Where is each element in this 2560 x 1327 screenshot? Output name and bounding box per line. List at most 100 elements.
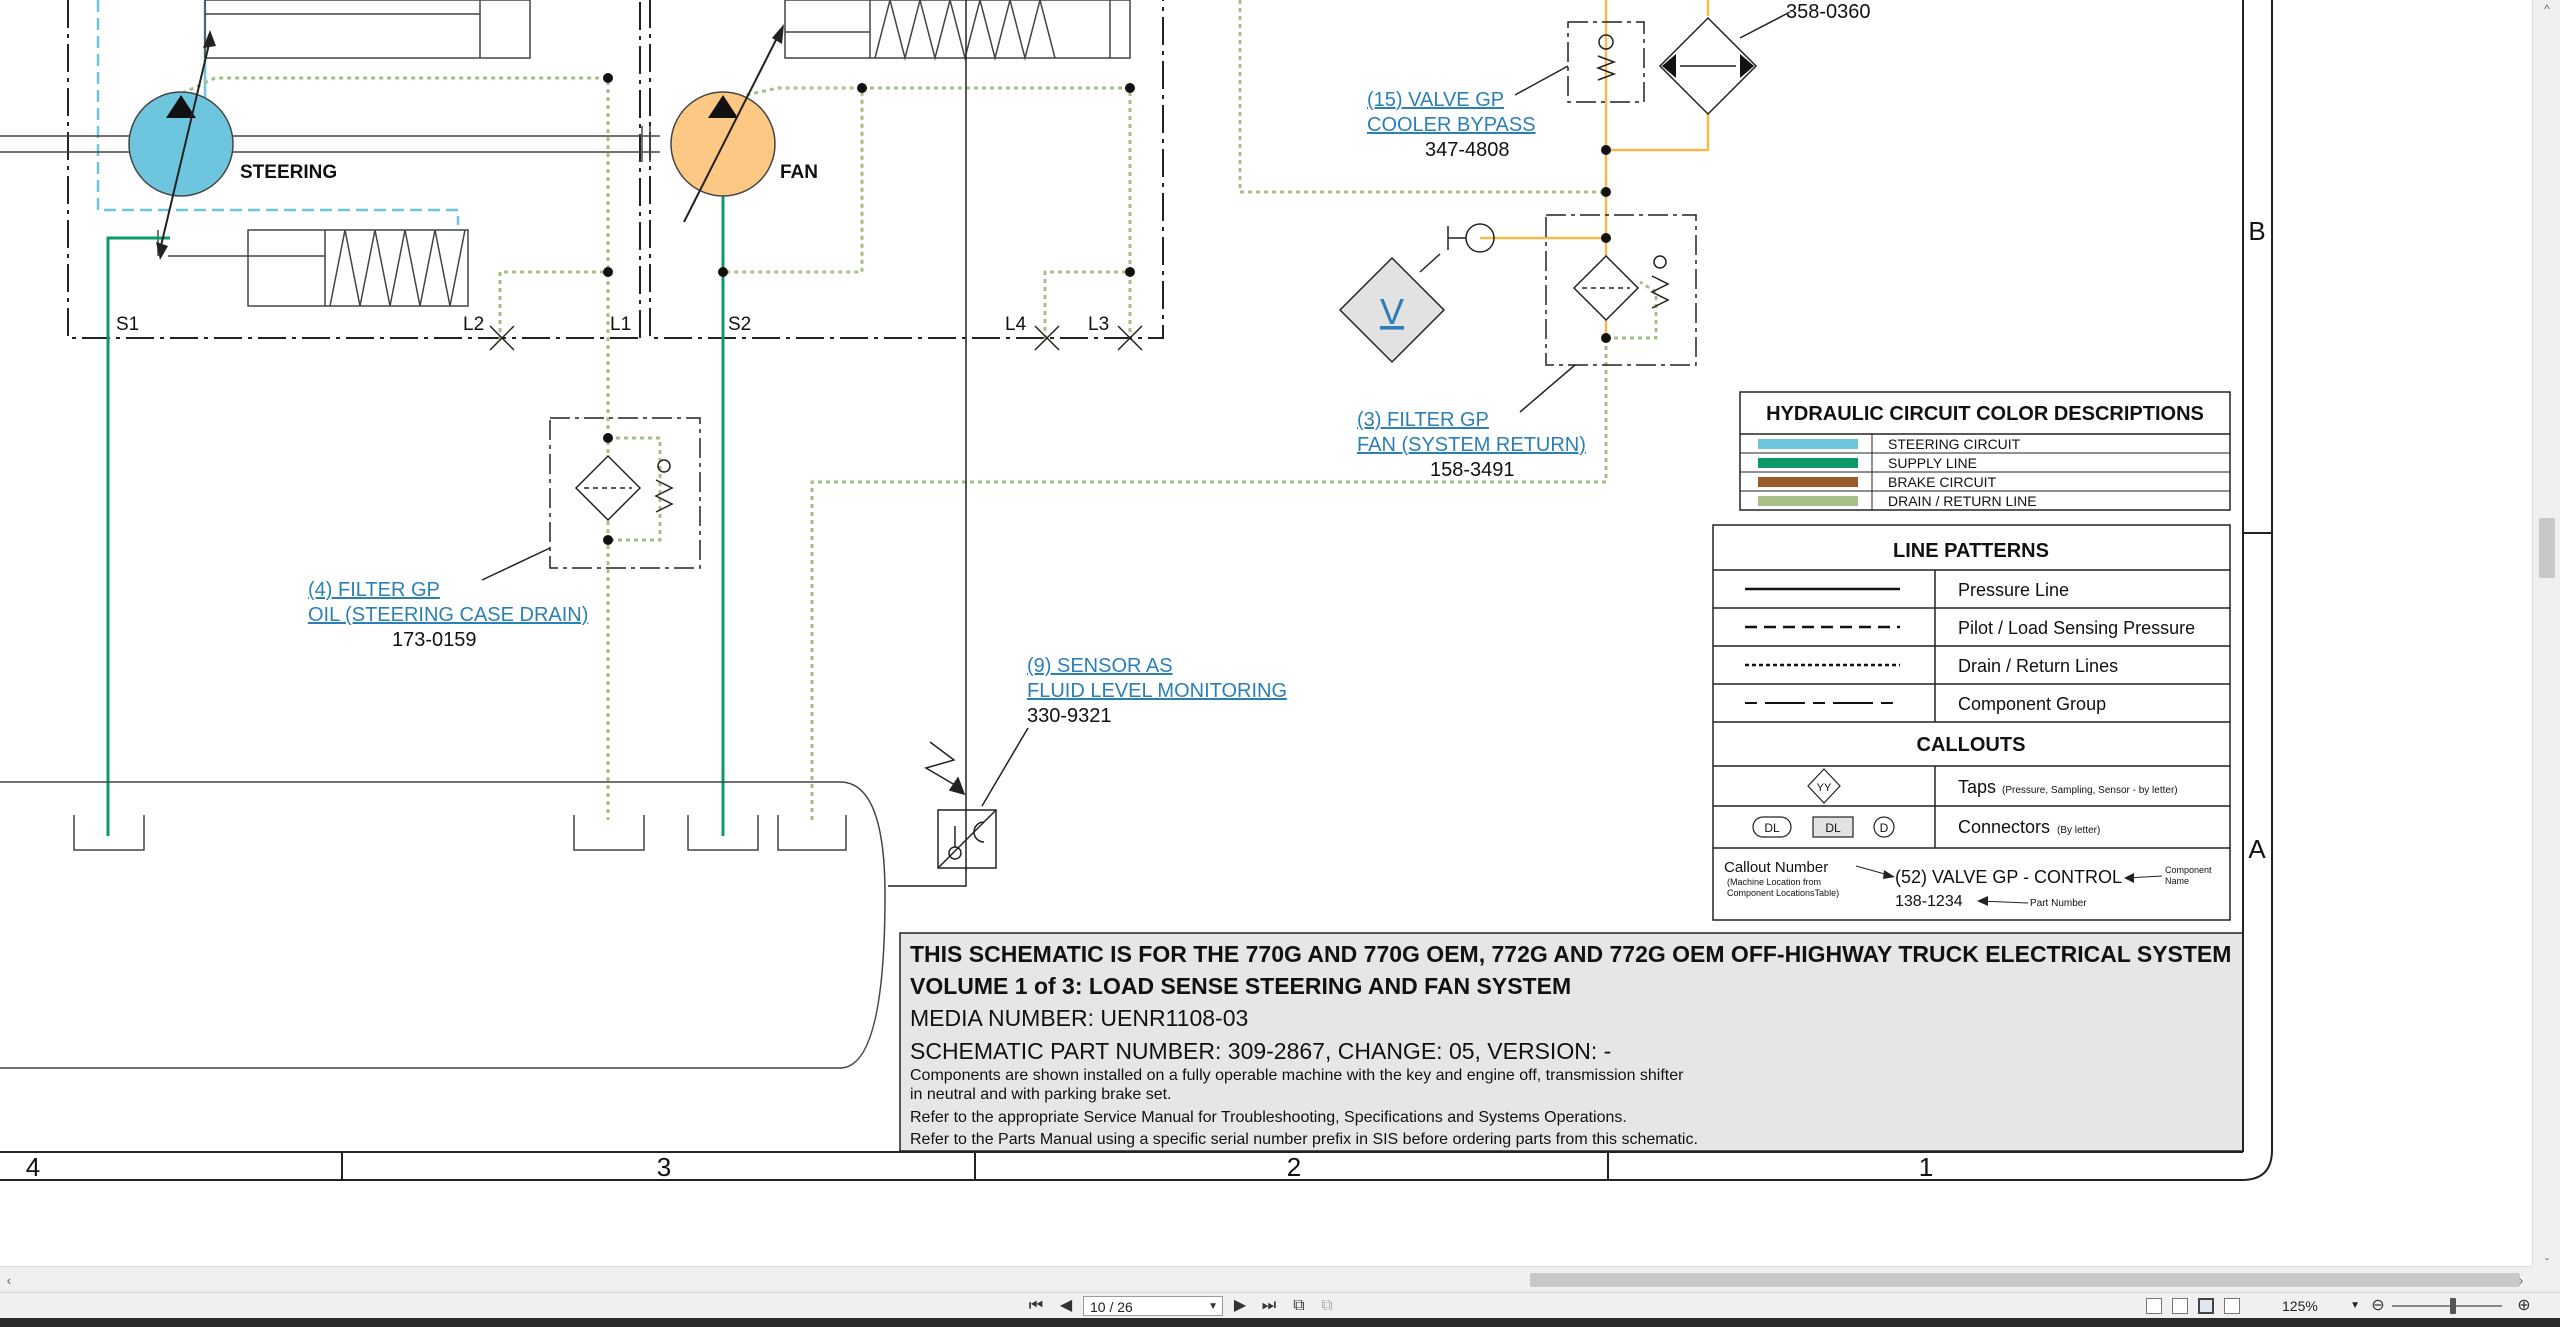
- svg-text:COOLER BYPASS: COOLER BYPASS: [1367, 114, 1536, 136]
- top-part-number: 358-0360: [1786, 1, 1871, 23]
- color-legend-title: HYDRAULIC CIRCUIT COLOR DESCRIPTIONS: [1766, 403, 2204, 425]
- taps-symbol: YY: [1817, 782, 1832, 794]
- horizontal-scroll-thumb[interactable]: [1530, 1273, 2520, 1287]
- taps-note: (Pressure, Sampling, Sensor - by letter): [2002, 785, 2178, 796]
- zoom-slider-knob[interactable]: [2450, 1298, 2456, 1314]
- page-dropdown-icon[interactable]: ▼: [1208, 1297, 1218, 1317]
- facing-view-icon[interactable]: [2198, 1298, 2214, 1314]
- pdf-viewer: STEERING FAN S1 L2 L1 S2 L4 L3 358-0360: [0, 0, 2560, 1327]
- svg-text:330-9321: 330-9321: [1027, 705, 1112, 727]
- port-l2: L2: [463, 314, 484, 335]
- zone-a: A: [2248, 834, 2266, 864]
- zone-b: B: [2248, 216, 2265, 246]
- steering-label: STEERING: [240, 162, 337, 183]
- page-number-field[interactable]: 10 / 26 ▼: [1083, 1296, 1223, 1316]
- page-number-value: 10 / 26: [1090, 1299, 1133, 1315]
- zoom-in-icon[interactable]: ⊕: [2514, 1295, 2534, 1317]
- svg-text:347-4808: 347-4808: [1425, 139, 1510, 161]
- svg-text:158-3491: 158-3491: [1430, 459, 1515, 481]
- continuous-facing-view-icon[interactable]: [2224, 1298, 2240, 1314]
- connector-dl-square: DL: [1825, 821, 1841, 835]
- svg-text:173-0159: 173-0159: [392, 629, 477, 651]
- legend-swatch: [1758, 458, 1858, 468]
- svg-text:VOLUME 1 of 3: LOAD SENSE STEE: VOLUME 1 of 3: LOAD SENSE STEERING AND F…: [910, 973, 1571, 999]
- next-page-icon[interactable]: ▶: [1230, 1295, 1250, 1317]
- connectors-label: Connectors: [1958, 817, 2050, 837]
- previous-page-icon[interactable]: ◀: [1056, 1295, 1076, 1317]
- svg-text:MEDIA NUMBER: UENR1108-03: MEDIA NUMBER: UENR1108-03: [910, 1005, 1248, 1031]
- zoom-out-icon[interactable]: ⊖: [2368, 1295, 2388, 1317]
- pattern-drain: Drain / Return Lines: [1958, 656, 2118, 676]
- port-s2: S2: [728, 314, 751, 335]
- zone-1: 1: [1919, 1152, 1933, 1182]
- first-page-icon[interactable]: ⏮: [1026, 1295, 1046, 1317]
- example-name: (52) VALVE GP - CONTROL: [1895, 867, 2122, 887]
- zone-4: 4: [26, 1152, 40, 1182]
- port-l4: L4: [1005, 314, 1027, 335]
- fan-label: FAN: [780, 162, 818, 183]
- status-strip: [0, 1318, 2560, 1327]
- line-patterns-legend: LINE PATTERNS Pressure Line Pilot / Load…: [1712, 524, 2231, 921]
- legend-swatch: [1758, 496, 1858, 506]
- scroll-left-icon[interactable]: ‹: [0, 1267, 18, 1293]
- zoom-dropdown-icon[interactable]: ▼: [2350, 1296, 2360, 1316]
- svg-text:in neutral and with parking br: in neutral and with parking brake set.: [910, 1086, 1171, 1103]
- next-view-icon[interactable]: ⧉: [1316, 1295, 1338, 1317]
- last-page-icon[interactable]: ⏭: [1258, 1295, 1280, 1317]
- tap-letter[interactable]: V: [1380, 291, 1404, 332]
- page-navigation-toolbar: ⏮ ◀ 10 / 26 ▼ ▶ ⏭ ⧉ ⧉ 125% ▼ ⊖ ⊕: [0, 1292, 2560, 1319]
- example-callout-note1: (Machine Location from: [1727, 877, 1821, 887]
- scrollbar-corner: [2532, 1266, 2560, 1292]
- zoom-value: 125%: [2282, 1298, 2318, 1314]
- example-part: 138-1234: [1895, 893, 1963, 910]
- vertical-scroll-thumb[interactable]: [2539, 518, 2555, 578]
- svg-text:SCHEMATIC PART NUMBER: 309-286: SCHEMATIC PART NUMBER: 309-2867, CHANGE:…: [910, 1038, 1611, 1064]
- svg-text:(9) SENSOR AS: (9) SENSOR AS: [1027, 655, 1173, 677]
- svg-text:THIS SCHEMATIC IS FOR THE 770G: THIS SCHEMATIC IS FOR THE 770G AND 770G …: [910, 941, 2231, 967]
- svg-text:OIL (STEERING CASE DRAIN): OIL (STEERING CASE DRAIN): [308, 604, 588, 626]
- title-block: THIS SCHEMATIC IS FOR THE 770G AND 770G …: [899, 932, 2244, 1152]
- callouts-title: CALLOUTS: [1917, 734, 2026, 756]
- zoom-select[interactable]: 125% ▼: [2282, 1296, 2362, 1316]
- svg-text:FLUID LEVEL MONITORING: FLUID LEVEL MONITORING: [1027, 680, 1287, 702]
- svg-text:(3) FILTER GP: (3) FILTER GP: [1357, 409, 1489, 431]
- zone-3: 3: [657, 1152, 671, 1182]
- svg-text:Refer to the Parts Manual usin: Refer to the Parts Manual using a specif…: [910, 1131, 1698, 1148]
- svg-text:FAN (SYSTEM RETURN): FAN (SYSTEM RETURN): [1357, 434, 1586, 456]
- svg-text:(15) VALVE GP: (15) VALVE GP: [1367, 89, 1504, 111]
- svg-text:(4) FILTER GP: (4) FILTER GP: [308, 579, 440, 601]
- connectors-note: (By letter): [2057, 825, 2100, 836]
- previous-view-icon[interactable]: ⧉: [1288, 1295, 1310, 1317]
- example-part-number: Part Number: [2030, 898, 2087, 909]
- port-l3: L3: [1088, 314, 1109, 335]
- pattern-pilot: Pilot / Load Sensing Pressure: [1958, 618, 2195, 638]
- connector-dl-round: DL: [1764, 821, 1780, 835]
- scroll-up-icon[interactable]: ^: [2533, 0, 2560, 18]
- legend-label: BRAKE CIRCUIT: [1888, 474, 1997, 490]
- continuous-view-icon[interactable]: [2172, 1298, 2188, 1314]
- line-patterns-title: LINE PATTERNS: [1893, 540, 2049, 562]
- zoom-slider[interactable]: [2392, 1298, 2502, 1314]
- schematic-drawing: STEERING FAN S1 L2 L1 S2 L4 L3 358-0360: [0, 0, 2532, 1266]
- pattern-pressure: Pressure Line: [1958, 580, 2069, 600]
- example-callout-note2: Component LocationsTable): [1727, 888, 1839, 898]
- legend-label: DRAIN / RETURN LINE: [1888, 493, 2037, 509]
- zone-2: 2: [1287, 1152, 1301, 1182]
- horizontal-scrollbar[interactable]: ‹ ›: [0, 1266, 2532, 1293]
- legend-swatch: [1758, 439, 1858, 449]
- port-s1: S1: [116, 314, 139, 335]
- connector-d: D: [1880, 821, 1889, 835]
- color-legend: HYDRAULIC CIRCUIT COLOR DESCRIPTIONS STE…: [1739, 391, 2231, 511]
- vertical-scrollbar[interactable]: ^ ˇ: [2532, 0, 2560, 1274]
- single-page-view-icon[interactable]: [2146, 1298, 2162, 1314]
- svg-text:Components are shown installed: Components are shown installed on a full…: [910, 1067, 1684, 1084]
- port-l1: L1: [610, 314, 631, 335]
- legend-label: SUPPLY LINE: [1888, 455, 1977, 471]
- svg-text:Refer to the appropriate Servi: Refer to the appropriate Service Manual …: [910, 1109, 1627, 1126]
- taps-label: Taps: [1958, 777, 1996, 797]
- legend-swatch: [1758, 477, 1858, 487]
- example-callout-number: Callout Number: [1724, 859, 1828, 876]
- pattern-group: Component Group: [1958, 694, 2106, 714]
- scroll-right-icon[interactable]: ›: [2512, 1267, 2530, 1293]
- legend-label: STEERING CIRCUIT: [1888, 436, 2021, 452]
